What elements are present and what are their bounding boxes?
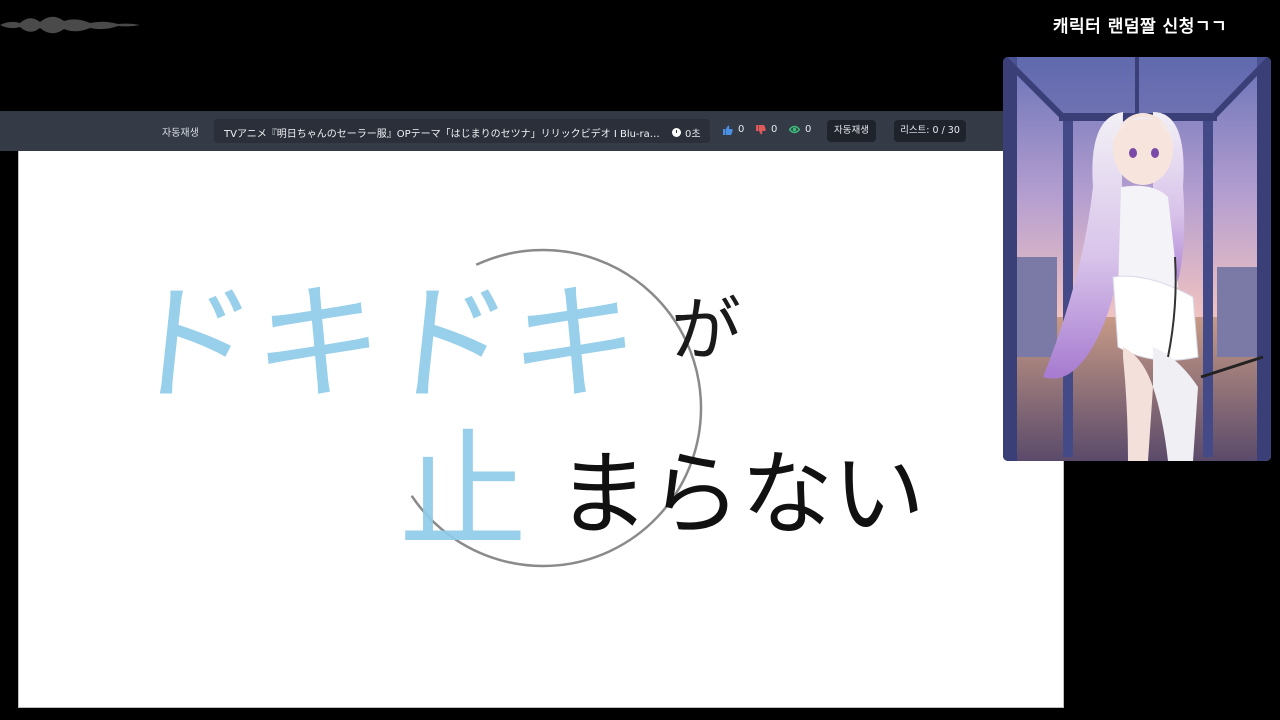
video-title-box[interactable]: TVアニメ『明日ちゃんのセーラー服』OPテーマ「はじまりのセツナ」リリックビデオ… (214, 119, 710, 143)
right-black-area (1083, 461, 1280, 720)
time-display: 0초 (672, 124, 701, 140)
player-bar: 자동재생 TVアニメ『明日ちゃんのセーラー服』OPテーマ「はじまりのセツナ」リリ… (0, 111, 1003, 151)
video-title: TVアニメ『明日ちゃんのセーラー服』OPテーマ「はじまりのセツナ」リリックビデオ… (224, 129, 664, 140)
dislike-count: 0 (771, 124, 778, 135)
side-title: 캐릭터 랜덤짤 신청ㄱㄱ (1052, 17, 1228, 37)
like-stat[interactable]: 0 (723, 124, 744, 135)
lyric-line1-blue: ドキドキ (119, 270, 647, 419)
character-image (1003, 57, 1271, 461)
time-text: 0초 (685, 129, 701, 140)
autoplay-button[interactable]: 자동재생 (827, 120, 876, 142)
audio-waveform (0, 16, 140, 34)
like-count: 0 (738, 124, 745, 135)
thumbs-down-icon (756, 124, 766, 134)
autoplay-label: 자동재생 (162, 128, 199, 139)
playlist-button[interactable]: 리스트: 0 / 30 (894, 120, 966, 142)
clock-icon (672, 127, 681, 137)
lyric-line1-black: が (671, 289, 741, 371)
thumbs-up-icon (723, 125, 733, 135)
eye-icon (789, 125, 800, 134)
view-count: 0 (805, 124, 812, 135)
lyric-line2-blue: 止 (399, 418, 527, 567)
view-stat: 0 (789, 124, 811, 135)
lyric-line2-black: まらない (557, 441, 925, 548)
dislike-stat[interactable]: 0 (756, 124, 777, 135)
lyric-video-frame: ドキドキ が 止 まらない (119, 248, 925, 568)
video-frame[interactable]: ドキドキ が 止 まらない (18, 151, 1064, 708)
